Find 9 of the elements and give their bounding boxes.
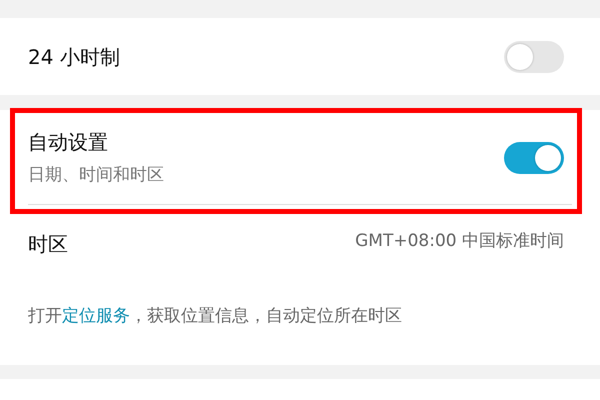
toggle-switch[interactable] bbox=[504, 40, 564, 72]
hint-text: 打开定位服务，获取位置信息，自动定位所在时区 bbox=[27, 305, 403, 328]
setting-title: 24 小时制 bbox=[28, 44, 120, 70]
toggle-switch[interactable] bbox=[504, 142, 564, 174]
setting-title: 时区 bbox=[28, 231, 68, 258]
setting-subtitle: 日期、时间和时区 bbox=[28, 164, 164, 187]
location-link[interactable]: 定位服务 bbox=[62, 306, 130, 326]
setting-value: GMT+08:00 中国标准时间 bbox=[355, 230, 564, 253]
setting-title: 自动设置 bbox=[28, 128, 109, 156]
